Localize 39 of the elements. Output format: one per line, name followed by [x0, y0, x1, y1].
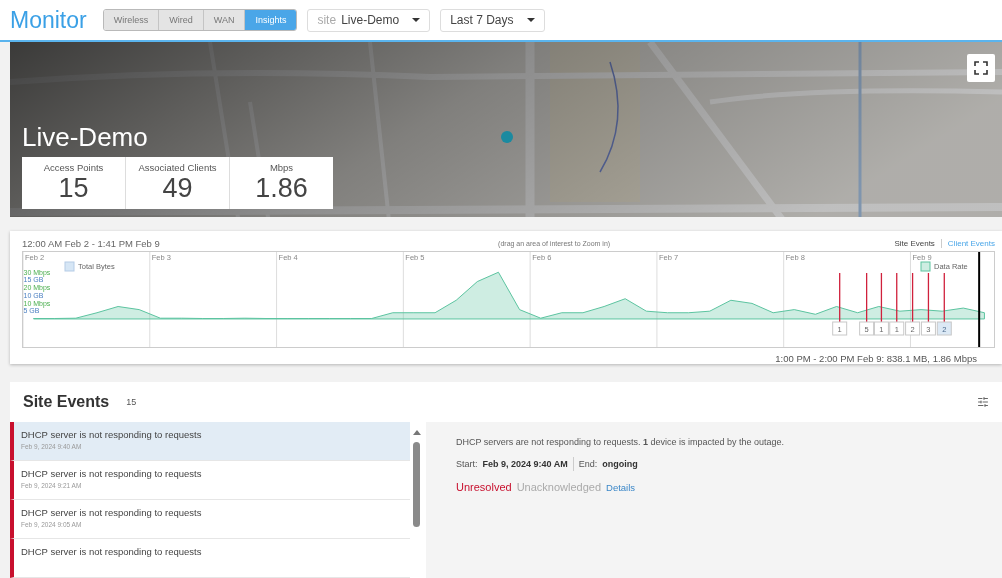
scrollbar-thumb[interactable]: [413, 442, 420, 527]
stat-value: 49: [162, 173, 193, 203]
event-type-tab[interactable]: Site Events: [888, 239, 941, 248]
event-title: DHCP server is not responding to requests: [21, 429, 203, 440]
event-title: DHCP server is not responding to requests: [21, 468, 203, 479]
legend-swatch: [920, 261, 931, 272]
stat-value: 15: [58, 173, 89, 203]
event-item[interactable]: DHCP server is not responding to requests: [10, 539, 410, 578]
site-name: Live-Demo: [22, 122, 149, 153]
end-time: ongoing: [602, 459, 638, 469]
stat-label: Access Points: [43, 162, 104, 173]
range-select[interactable]: Last 7 Days: [440, 8, 545, 32]
acknowledgement-status: Unacknowledged: [516, 481, 602, 493]
start-time: Feb 9, 2024 9:40 AM: [482, 459, 568, 469]
filter-button[interactable]: [977, 396, 989, 408]
stat-label: Associated Clients: [138, 162, 217, 173]
event-count: 15: [126, 397, 137, 407]
stat-value: 1.86: [255, 173, 308, 203]
details-link[interactable]: Details: [606, 481, 636, 493]
scroll-up-icon[interactable]: [413, 430, 421, 435]
tab[interactable]: WAN: [202, 10, 245, 30]
time-range: 12:00 AM Feb 2 - 1:41 PM Feb 9: [22, 238, 160, 249]
tab[interactable]: Wired: [158, 10, 203, 30]
end-label: End:: [578, 459, 598, 469]
event-description: DHCP servers are not responding to requests. 1 device is impacted by the outage.: [456, 437, 786, 447]
hover-summary: 1:00 PM - 2:00 PM Feb 9: 838.1 MB, 1.86 Mbps: [774, 352, 978, 364]
resolution-status: Unresolved: [456, 481, 512, 493]
start-label: Start:: [456, 459, 478, 469]
fullscreen-icon: [974, 61, 988, 75]
event-title: DHCP server is not responding to requests: [21, 546, 203, 557]
site-select[interactable]: site Live-Demo: [307, 8, 431, 32]
fullscreen-button[interactable]: [967, 54, 995, 82]
section-title: Site Events: [23, 393, 110, 411]
event-title: DHCP server is not responding to requests: [21, 507, 203, 518]
page-title: Monitor: [10, 6, 87, 34]
tab[interactable]: Wireless: [103, 10, 159, 30]
stat-label: Mbps: [269, 162, 294, 173]
caret-icon: [526, 18, 535, 22]
caret-icon: [412, 18, 421, 22]
